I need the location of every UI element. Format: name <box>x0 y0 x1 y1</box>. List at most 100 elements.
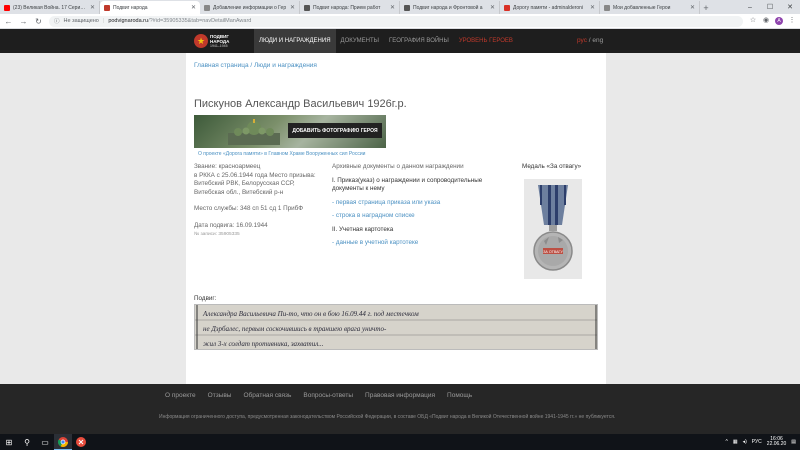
security-label: Не защищено <box>63 18 99 24</box>
input-language[interactable]: РУС <box>752 439 762 445</box>
link-order-first-page[interactable]: - первая страница приказа или указа <box>332 199 502 208</box>
medal-title: Медаль «За отвагу» <box>522 163 582 170</box>
footer-links: О проекте Отзывы Обратная связь Вопросы-отв… <box>165 392 472 399</box>
notifications-icon[interactable]: ▤ <box>791 439 796 445</box>
feat-label: Подвиг: <box>194 295 217 302</box>
footer-link[interactable]: Помощь <box>447 392 472 399</box>
volume-icon[interactable]: ◂) <box>743 439 747 445</box>
lang-ru[interactable]: рус <box>577 37 587 44</box>
back-icon[interactable]: ← <box>4 17 13 26</box>
task-view-icon[interactable]: ▭ <box>36 434 54 450</box>
tab-label: Подвиг народа <box>113 4 148 11</box>
tab-close-icon[interactable]: ✕ <box>490 4 495 11</box>
feat-document-scan[interactable]: Александра Васильевича Пи-то, что он в б… <box>194 304 598 350</box>
link-card-index-data[interactable]: - данные в учетной картотеке <box>332 239 502 248</box>
archive-heading: Архивные документы о данном награждении <box>332 163 464 170</box>
footer-link[interactable]: Правовая информация <box>365 392 435 399</box>
url-text: podvignaroda.ru/?#id=35905335&tab=navDet… <box>108 18 251 24</box>
browser-tab[interactable]: Подвиг народа: Прием работ ✕ <box>300 1 400 14</box>
breadcrumb[interactable]: Главная страница / Люди и награждения <box>194 62 317 69</box>
section-card-index: II. Учетная картотека <box>332 225 394 233</box>
footer-link[interactable]: Отзывы <box>208 392 232 399</box>
tab-favicon-icon <box>504 4 510 11</box>
browser-toolbar: ← → ↻ ⓘ Не защищено | podvignaroda.ru/?#… <box>0 14 800 29</box>
tab-label: Мои добавленные Герои <box>613 4 671 11</box>
medal-panel: Медаль «За отвагу» ЗА ОТВАГУ <box>522 163 602 279</box>
browser-tab[interactable]: Дорогу памяти - adminalderoni ✕ <box>500 1 600 14</box>
clock[interactable]: 16:06 22.06.20 <box>766 436 787 448</box>
site-logo[interactable]: ★ ПОДВИГ НАРОДА 1941–1945 <box>194 32 240 50</box>
lang-en[interactable]: eng <box>592 37 603 44</box>
browser-tab[interactable]: Мои добавленные Герои ✕ <box>600 1 700 14</box>
medal-icon: ЗА ОТВАГУ <box>533 185 573 271</box>
logo-line-2: НАРОДА <box>210 38 230 44</box>
chrome-taskbar-icon[interactable] <box>54 434 72 450</box>
tab-label: Подвиг народа: Прием работ <box>313 4 381 11</box>
network-icon[interactable]: ▦ <box>733 439 738 445</box>
banner-caption-link[interactable]: О проекте «Дорога памяти» в Главном Храм… <box>198 151 365 157</box>
browser-tab[interactable]: Подвиг народа и Фронтовой а ✕ <box>400 1 500 14</box>
reload-icon[interactable]: ↻ <box>34 17 43 26</box>
footer-link[interactable]: Вопросы-ответы <box>303 392 353 399</box>
tab-close-icon[interactable]: ✕ <box>290 4 295 11</box>
feat-date-text: Дата подвига: 16.09.1944 <box>194 221 268 229</box>
hero-info: Звание: красноармеец в РККА с 25.06.1944… <box>194 163 319 240</box>
nav-item[interactable]: ЛЮДИ И НАГРАЖДЕНИЯ <box>254 29 336 53</box>
footer-link[interactable]: О проекте <box>165 392 196 399</box>
maximize-icon[interactable]: ☐ <box>760 0 780 14</box>
tab-label: Подвиг народа и Фронтовой а <box>413 4 483 11</box>
extension-icon[interactable]: ◉ <box>762 17 770 25</box>
link-award-list-row[interactable]: - строка в наградном списке <box>332 212 502 221</box>
rank-text: Звание: красноармеец <box>194 163 261 170</box>
section-orders: I. Приказ(указ) о награждении и сопровод… <box>332 176 483 193</box>
bookmark-star-icon[interactable]: ☆ <box>749 17 757 25</box>
handwritten-scan: Александра Васильевича Пи-то, что он в б… <box>195 305 597 349</box>
logo-line-1: ПОДВИГ <box>210 33 229 39</box>
forward-icon[interactable]: → <box>19 17 28 26</box>
app-taskbar-icon[interactable] <box>72 434 90 450</box>
add-hero-photo-button[interactable]: Добавить фотографию Героя <box>288 123 382 138</box>
medal-image[interactable]: ЗА ОТВАГУ <box>524 179 582 279</box>
nav-item[interactable]: ГЕОГРАФИЯ ВОЙНЫ <box>384 29 454 53</box>
site-footer: О проекте Отзывы Обратная связь Вопросы-отв… <box>0 384 800 434</box>
site-header: ★ ПОДВИГ НАРОДА 1941–1945 ЛЮДИ И НАГРАЖД… <box>0 29 800 53</box>
tray-up-icon[interactable]: ^ <box>726 439 728 445</box>
archive-documents: Архивные документы о данном награждении … <box>332 163 502 248</box>
browser-tab[interactable]: Подвиг народа ✕ <box>100 1 200 14</box>
unit-text: Место службы: 348 сп 51 сд 1 ПрибФ <box>194 205 304 212</box>
address-bar[interactable]: ⓘ Не защищено | podvignaroda.ru/?#id=359… <box>49 15 743 27</box>
memory-road-banner[interactable]: Добавить фотографию Героя <box>194 115 386 148</box>
info-icon[interactable]: ⓘ <box>54 17 60 25</box>
scan-line-1: Александра Васильевича Пи-то, что он в б… <box>202 310 419 318</box>
windows-start-icon[interactable]: ⊞ <box>0 434 18 450</box>
logo-years: 1941–1945 <box>210 43 228 48</box>
minimize-icon[interactable]: – <box>740 0 760 14</box>
close-window-icon[interactable]: ✕ <box>780 0 800 14</box>
tab-favicon-icon <box>604 4 610 11</box>
url-path: /?#id=35905335&tab=navDetailManAward <box>148 18 252 24</box>
tab-close-icon[interactable]: ✕ <box>191 4 196 11</box>
tab-close-icon[interactable]: ✕ <box>390 4 395 11</box>
browser-tab[interactable]: (23) Великая Война. 17 Серия. В ✕ <box>0 1 100 14</box>
browser-tab[interactable]: Добавление информации о Гер ✕ <box>200 1 300 14</box>
tab-close-icon[interactable]: ✕ <box>90 4 95 11</box>
nav-item[interactable]: ДОКУМЕНТЫ <box>336 29 384 53</box>
clock-date: 22.06.20 <box>766 441 787 447</box>
page-title: Пискунов Александр Васильевич 1926г.р. <box>194 98 407 110</box>
os-taskbar: ⊞ ⚲ ▭ ^ ▦ ◂) РУС 16:06 22.06.20 ▤ <box>0 434 800 450</box>
star-icon: ★ <box>194 34 208 48</box>
window-controls: – ☐ ✕ <box>740 0 800 14</box>
footer-link[interactable]: Обратная связь <box>243 392 291 399</box>
tab-close-icon[interactable]: ✕ <box>690 4 695 11</box>
tab-label: Дорогу памяти - adminalderoni <box>513 4 584 11</box>
new-tab-button[interactable]: + <box>700 1 712 14</box>
nav-item[interactable]: УРОВЕНЬ ГЕРОЕВ <box>454 29 518 53</box>
tab-favicon-icon <box>404 4 410 11</box>
avatar[interactable]: A <box>775 17 783 25</box>
search-icon[interactable]: ⚲ <box>18 434 36 450</box>
menu-icon[interactable]: ⋮ <box>788 17 796 25</box>
tab-close-icon[interactable]: ✕ <box>590 4 595 11</box>
toolbar-actions: ☆ ◉ A ⋮ <box>749 17 796 25</box>
system-tray: ^ ▦ ◂) РУС 16:06 22.06.20 ▤ <box>726 434 797 450</box>
medal-inscription: ЗА ОТВАГУ <box>543 250 563 254</box>
